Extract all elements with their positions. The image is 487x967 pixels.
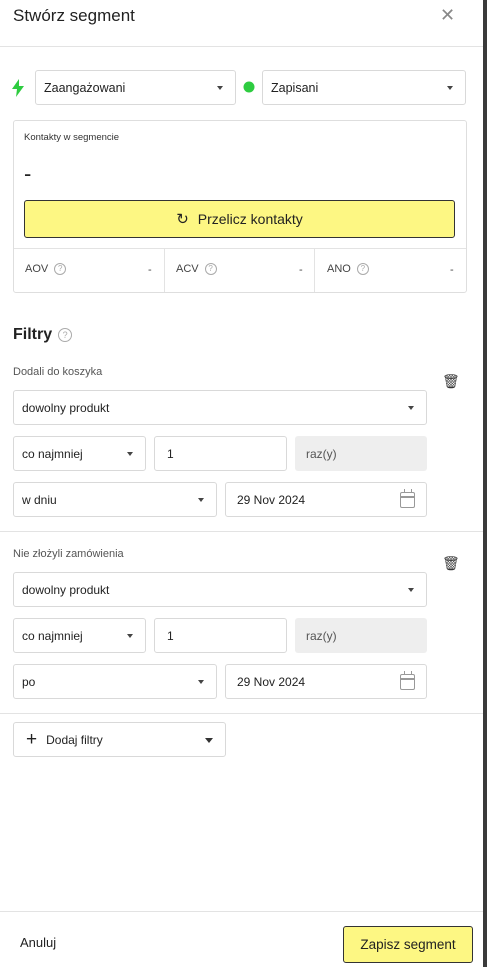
metric-ano-value: - bbox=[450, 264, 454, 276]
quantity-mode-select[interactable]: co najmniej bbox=[13, 618, 146, 653]
quantity-value: 1 bbox=[167, 446, 174, 461]
calendar-icon[interactable] bbox=[400, 671, 415, 690]
date-value: 29 Nov 2024 bbox=[237, 674, 306, 689]
date-input[interactable]: 29 Nov 2024 bbox=[225, 664, 427, 699]
plus-icon: + bbox=[26, 729, 38, 750]
quantity-mode-value: co najmniej bbox=[22, 446, 83, 461]
help-icon[interactable]: ? bbox=[356, 263, 369, 275]
product-select-value: dowolny produkt bbox=[22, 582, 110, 597]
contacts-count-label: Kontakty w segmencie bbox=[24, 132, 120, 143]
quantity-unit-label: raz(y) bbox=[306, 628, 337, 643]
chevron-down-icon bbox=[408, 588, 414, 592]
metric-aov-value: - bbox=[148, 264, 152, 276]
date-input[interactable]: 29 Nov 2024 bbox=[225, 482, 427, 517]
metric-ano: ANO ? bbox=[327, 263, 369, 275]
status-select-value: Zapisani bbox=[271, 80, 319, 95]
filters-title: Filtry bbox=[13, 326, 53, 343]
metric-acv: ACV ? bbox=[176, 263, 217, 275]
date-mode-value: po bbox=[22, 674, 36, 689]
chevron-down-icon bbox=[127, 452, 133, 456]
metric-separator bbox=[314, 249, 315, 292]
filters-heading: Filtry ? bbox=[13, 326, 73, 344]
date-value: 29 Nov 2024 bbox=[237, 492, 306, 507]
filter-group-label: Nie złożyli zamówienia bbox=[13, 548, 124, 560]
date-mode-select[interactable]: w dniu bbox=[13, 482, 217, 517]
quantity-input[interactable]: 1 bbox=[154, 618, 287, 653]
refresh-icon: ↻ bbox=[176, 211, 189, 228]
date-mode-select[interactable]: po bbox=[13, 664, 217, 699]
status-select[interactable]: Zapisani bbox=[262, 70, 466, 105]
add-filter-label: Dodaj filtry bbox=[46, 732, 103, 747]
window-edge bbox=[483, 0, 487, 967]
filter-group-divider bbox=[0, 531, 483, 532]
save-segment-button[interactable]: Zapisz segment bbox=[343, 926, 473, 963]
close-icon[interactable]: ✕ bbox=[440, 5, 455, 26]
engagement-select[interactable]: Zaangażowani bbox=[35, 70, 236, 105]
metric-acv-label: ACV bbox=[176, 263, 199, 275]
quantity-unit-label: raz(y) bbox=[306, 446, 337, 461]
quantity-mode-value: co najmniej bbox=[22, 628, 83, 643]
filter-group-label: Dodali do koszyka bbox=[13, 366, 103, 378]
help-icon[interactable]: ? bbox=[58, 328, 73, 342]
lightning-icon bbox=[12, 79, 24, 97]
chevron-down-icon bbox=[408, 406, 414, 410]
metric-separator bbox=[164, 249, 165, 292]
metrics-divider bbox=[14, 248, 466, 249]
filter-group-divider bbox=[0, 713, 483, 714]
recalculate-contacts-button[interactable]: ↻ Przelicz kontakty bbox=[24, 200, 455, 238]
chevron-down-icon bbox=[447, 86, 453, 90]
quantity-unit: raz(y) bbox=[295, 618, 427, 653]
quantity-input[interactable]: 1 bbox=[154, 436, 287, 471]
trash-icon[interactable]: 🗑 bbox=[442, 555, 460, 572]
header-divider bbox=[0, 46, 483, 47]
green-dot-icon bbox=[243, 81, 255, 93]
chevron-down-icon bbox=[127, 634, 133, 638]
trash-icon[interactable]: 🗑 bbox=[442, 373, 460, 390]
quantity-value: 1 bbox=[167, 628, 174, 643]
cancel-button[interactable]: Anuluj bbox=[20, 935, 56, 950]
caret-down-icon bbox=[205, 738, 213, 743]
calendar-icon[interactable] bbox=[400, 489, 415, 508]
help-icon[interactable]: ? bbox=[54, 263, 67, 275]
engagement-select-value: Zaangażowani bbox=[44, 80, 126, 95]
chevron-down-icon bbox=[217, 86, 223, 90]
add-filter-button[interactable]: + Dodaj filtry bbox=[13, 722, 226, 757]
metric-aov-label: AOV bbox=[25, 263, 49, 275]
quantity-mode-select[interactable]: co najmniej bbox=[13, 436, 146, 471]
chevron-down-icon bbox=[198, 680, 204, 684]
contacts-count-value: - bbox=[24, 161, 32, 186]
panel-title: Stwórz segment bbox=[13, 6, 135, 25]
footer-divider bbox=[0, 911, 483, 912]
help-icon[interactable]: ? bbox=[204, 263, 217, 275]
recalculate-label: Przelicz kontakty bbox=[197, 211, 303, 227]
product-select-value: dowolny produkt bbox=[22, 400, 110, 415]
product-select[interactable]: dowolny produkt bbox=[13, 572, 427, 607]
metric-aov: AOV ? bbox=[25, 263, 67, 275]
quantity-unit: raz(y) bbox=[295, 436, 427, 471]
metric-ano-label: ANO bbox=[327, 263, 351, 275]
metric-acv-value: - bbox=[299, 264, 303, 276]
product-select[interactable]: dowolny produkt bbox=[13, 390, 427, 425]
date-mode-value: w dniu bbox=[22, 492, 57, 507]
chevron-down-icon bbox=[198, 498, 204, 502]
